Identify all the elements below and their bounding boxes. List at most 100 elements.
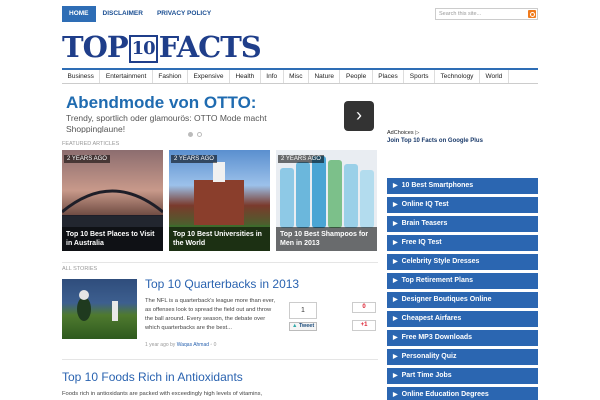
- ad-next-arrow-icon[interactable]: ›: [344, 101, 374, 131]
- article-title[interactable]: Top 10 Quarterbacks in 2013: [145, 277, 299, 291]
- arrow-icon: ▶: [393, 297, 398, 303]
- stories-label: ALL STORIES: [62, 266, 98, 272]
- adchoices-label[interactable]: AdChoices ▷: [387, 130, 538, 137]
- comment-icon: ▫: [210, 342, 213, 348]
- arrow-icon: ▶: [393, 278, 398, 284]
- tile-age: 2 YEARS AGO: [171, 155, 217, 163]
- site-logo[interactable]: TOP 10 FACTS: [62, 27, 262, 64]
- logo-part-facts: FACTS: [158, 30, 262, 64]
- search-input[interactable]: Search this site...: [435, 8, 538, 20]
- search-placeholder: Search this site...: [439, 11, 482, 17]
- nav-home-link[interactable]: HOME: [62, 6, 96, 22]
- sidebar-ad: AdChoices ▷ Join Top 10 Facts on Google …: [387, 130, 538, 145]
- category-health[interactable]: Health: [230, 70, 261, 83]
- sidebar-link[interactable]: ▶ Online Education Degrees: [387, 387, 538, 400]
- sidebar-link[interactable]: ▶ Free MP3 Downloads: [387, 330, 538, 346]
- tweet-label: Tweet: [298, 323, 315, 329]
- section-divider: [62, 262, 378, 263]
- football-player-image: [77, 290, 118, 321]
- gplus-count: 0: [352, 302, 376, 313]
- sidebar-link[interactable]: ▶ Personality Quiz: [387, 349, 538, 365]
- sidebar-link-label: Celebrity Style Dresses: [401, 258, 480, 265]
- featured-tile[interactable]: 2 YEARS AGO Top 10 Best Places to Visit …: [62, 150, 163, 251]
- sidebar-link-label: Personality Quiz: [401, 353, 457, 360]
- tile-age: 2 YEARS AGO: [64, 155, 110, 163]
- sidebar-link-label: Cheapest Airfares: [401, 315, 462, 322]
- article-title[interactable]: Top 10 Foods Rich in Antioxidants: [62, 370, 243, 384]
- sidebar-link[interactable]: ▶ Celebrity Style Dresses: [387, 254, 538, 270]
- ad-pagination: [188, 132, 202, 137]
- sidebar-link[interactable]: ▶ Free IQ Test: [387, 235, 538, 251]
- category-nav: Business Entertainment Fashion Expensive…: [62, 68, 538, 84]
- category-entertainment[interactable]: Entertainment: [100, 70, 153, 83]
- search-icon[interactable]: [528, 10, 536, 18]
- gplus-button[interactable]: +1: [352, 320, 376, 331]
- featured-tile[interactable]: 2 YEARS AGO Top 10 Best Universities in …: [169, 150, 270, 251]
- featured-label: FEATURED ARTICLES: [62, 141, 120, 147]
- arrow-icon: ▶: [393, 335, 398, 341]
- arrow-icon: ▶: [393, 316, 398, 322]
- category-expensive[interactable]: Expensive: [188, 70, 230, 83]
- logo-part-number: 10: [128, 35, 158, 63]
- ad-banner[interactable]: Abendmode von OTTO: Trendy, sportlich od…: [62, 93, 378, 133]
- category-nature[interactable]: Nature: [309, 70, 341, 83]
- sidebar-links: ▶ 10 Best Smartphones ▶ Online IQ Test ▶ Br…: [387, 178, 538, 400]
- tile-caption[interactable]: Top 10 Best Universities in the World: [169, 227, 270, 251]
- article-author[interactable]: Waqas Ahmad: [177, 342, 209, 348]
- ad-dot-2[interactable]: [197, 132, 202, 137]
- sidebar-link-label: Designer Boutiques Online: [401, 296, 492, 303]
- ad-dot-1[interactable]: [188, 132, 193, 137]
- logo-part-top: TOP: [62, 30, 129, 64]
- nav-privacy-link[interactable]: PRIVACY POLICY: [150, 6, 218, 22]
- twitter-icon: ▲: [292, 323, 298, 329]
- sidebar-link[interactable]: ▶ Designer Boutiques Online: [387, 292, 538, 308]
- category-technology[interactable]: Technology: [435, 70, 480, 83]
- sidebar-link-label: Brain Teasers: [401, 220, 448, 227]
- sidebar-link[interactable]: ▶ 10 Best Smartphones: [387, 178, 538, 194]
- arrow-icon: ▶: [393, 259, 398, 265]
- article-meta: 1 year ago by Waqas Ahmad ▫ 0: [145, 342, 216, 348]
- tile-age: 2 YEARS AGO: [278, 155, 324, 163]
- tweet-count: 1: [289, 302, 317, 319]
- ad-text: Trendy, sportlich oder glamourös: OTTO M…: [66, 113, 267, 133]
- arrow-icon: ▶: [393, 202, 398, 208]
- sidebar-link[interactable]: ▶ Top Retirement Plans: [387, 273, 538, 289]
- arrow-icon: ▶: [393, 240, 398, 246]
- article-thumbnail[interactable]: [62, 279, 137, 339]
- tile-caption[interactable]: Top 10 Best Shampoos for Men in 2013: [276, 227, 377, 251]
- category-misc[interactable]: Misc: [284, 70, 309, 83]
- category-world[interactable]: World: [480, 70, 509, 83]
- tweet-button[interactable]: ▲ Tweet: [289, 322, 318, 331]
- gplus-join-link[interactable]: Join Top 10 Facts on Google Plus: [387, 137, 538, 145]
- sidebar-link-label: Online IQ Test: [401, 201, 449, 208]
- category-people[interactable]: People: [340, 70, 373, 83]
- category-places[interactable]: Places: [373, 70, 405, 83]
- article-excerpt: The NFL is a quarterback's league more t…: [145, 298, 276, 331]
- arrow-icon: ▶: [393, 373, 398, 379]
- sidebar-link[interactable]: ▶ Part Time Jobs: [387, 368, 538, 384]
- featured-tile[interactable]: 2 YEARS AGO Top 10 Best Shampoos for Men…: [276, 150, 377, 251]
- category-info[interactable]: Info: [261, 70, 284, 83]
- article-date: 1 year ago by: [145, 342, 176, 348]
- article-excerpt: Foods rich in antioxidants are packed wi…: [62, 391, 263, 397]
- sidebar-link-label: Free MP3 Downloads: [401, 334, 473, 341]
- sidebar-link-label: Top Retirement Plans: [401, 277, 474, 284]
- category-business[interactable]: Business: [62, 70, 101, 83]
- arrow-icon: ▶: [393, 183, 398, 189]
- ad-title[interactable]: Abendmode von OTTO:: [62, 93, 378, 113]
- tile-caption[interactable]: Top 10 Best Places to Visit in Australia: [62, 227, 163, 251]
- sidebar-link[interactable]: ▶ Online IQ Test: [387, 197, 538, 213]
- comment-count[interactable]: 0: [214, 342, 217, 348]
- arrow-icon: ▶: [393, 392, 398, 398]
- arrow-icon: ▶: [393, 354, 398, 360]
- category-fashion[interactable]: Fashion: [153, 70, 188, 83]
- featured-articles: 2 YEARS AGO Top 10 Best Places to Visit …: [62, 150, 378, 251]
- sidebar-link[interactable]: ▶ Cheapest Airfares: [387, 311, 538, 327]
- arrow-icon: ▶: [393, 221, 398, 227]
- nav-disclaimer-link[interactable]: DISCLAIMER: [96, 6, 150, 22]
- sidebar-link-label: Free IQ Test: [401, 239, 442, 246]
- sidebar-link-label: Part Time Jobs: [401, 372, 452, 379]
- article-divider: [62, 359, 378, 360]
- sidebar-link[interactable]: ▶ Brain Teasers: [387, 216, 538, 232]
- category-sports[interactable]: Sports: [404, 70, 436, 83]
